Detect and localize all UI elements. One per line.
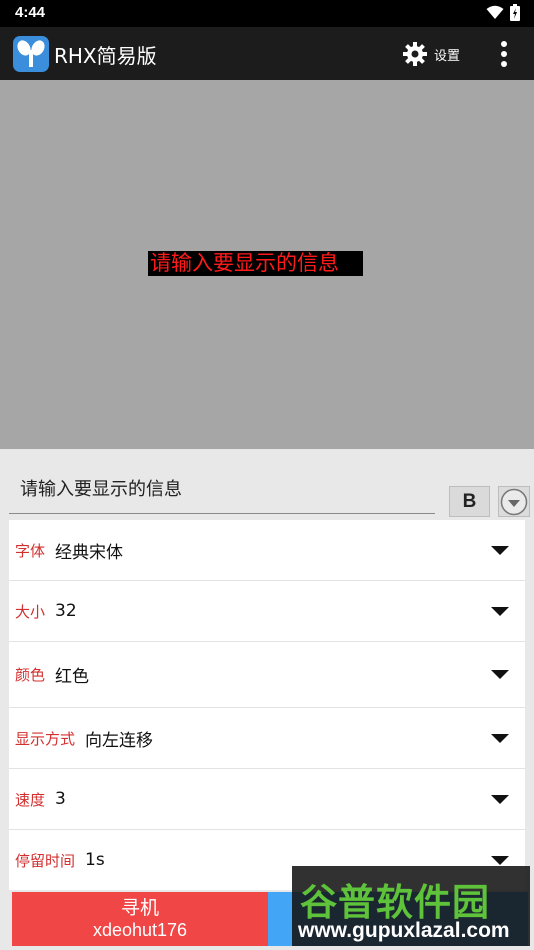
color-setting-row[interactable]: 颜色 红色 [9, 642, 525, 708]
dropdown-arrow-icon [491, 733, 509, 743]
app-title: RHX简易版 [54, 44, 157, 68]
size-setting-row[interactable]: 大小 32 [9, 581, 525, 642]
status-icons [486, 4, 520, 21]
status-bar: 4:44 [0, 0, 534, 27]
dropdown-arrow-icon [491, 606, 509, 616]
speed-label: 速度 [15, 790, 46, 809]
led-preview-area: 请输入要显示的信息 [0, 80, 534, 449]
size-label: 大小 [15, 602, 46, 621]
site-watermark: 谷普软件园 www.gupuxlazal.com [292, 866, 530, 946]
overflow-dot [501, 51, 507, 57]
font-label: 字体 [15, 541, 46, 560]
battery-icon [510, 4, 520, 21]
display-mode-setting-row[interactable]: 显示方式 向左连移 [9, 708, 525, 769]
watermark-url: www.gupuxlazal.com [298, 919, 510, 942]
find-device-label: 寻机 [120, 897, 159, 919]
display-mode-value: 向左连移 [85, 730, 154, 751]
dropdown-arrow-icon [491, 794, 509, 804]
gear-icon [403, 42, 427, 66]
dropdown-arrow-icon [491, 855, 509, 865]
color-label: 颜色 [15, 666, 46, 684]
settings-list: 字体 经典宋体 大小 32 颜色 红色 显示方式 向左连移 速度 3 停留时间 … [9, 520, 525, 890]
app-logo-icon [13, 36, 49, 72]
dropdown-arrow-icon [491, 670, 509, 679]
overflow-dot [501, 61, 507, 67]
message-input[interactable] [9, 463, 435, 514]
device-id-label: xdeohut176 [92, 920, 188, 940]
chevron-down-circle-icon [500, 488, 528, 515]
expand-button[interactable] [498, 486, 530, 517]
speed-setting-row[interactable]: 速度 3 [9, 769, 525, 830]
app-bar: RHX简易版 设置 [0, 27, 534, 80]
dropdown-arrow-icon [491, 545, 509, 555]
speed-value: 3 [55, 789, 66, 809]
status-time: 4:44 [15, 4, 46, 21]
overflow-menu-button[interactable] [492, 39, 516, 69]
settings-button[interactable]: 设置 [402, 37, 460, 71]
display-mode-label: 显示方式 [15, 729, 76, 748]
settings-label: 设置 [434, 48, 461, 64]
wifi-icon [486, 5, 504, 19]
watermark-title: 谷普软件园 [300, 881, 490, 924]
font-value: 经典宋体 [55, 542, 124, 563]
preview-scrolling-text: 请输入要显示的信息 [148, 251, 363, 276]
bold-toggle-button[interactable]: B [449, 486, 490, 517]
pause-time-label: 停留时间 [15, 851, 76, 870]
size-value: 32 [55, 601, 77, 621]
font-setting-row[interactable]: 字体 经典宋体 [9, 520, 525, 581]
color-value: 红色 [55, 667, 90, 687]
find-device-button[interactable]: 寻机 xdeohut176 [12, 892, 268, 946]
overflow-dot [501, 41, 507, 47]
pause-time-value: 1s [85, 850, 105, 870]
